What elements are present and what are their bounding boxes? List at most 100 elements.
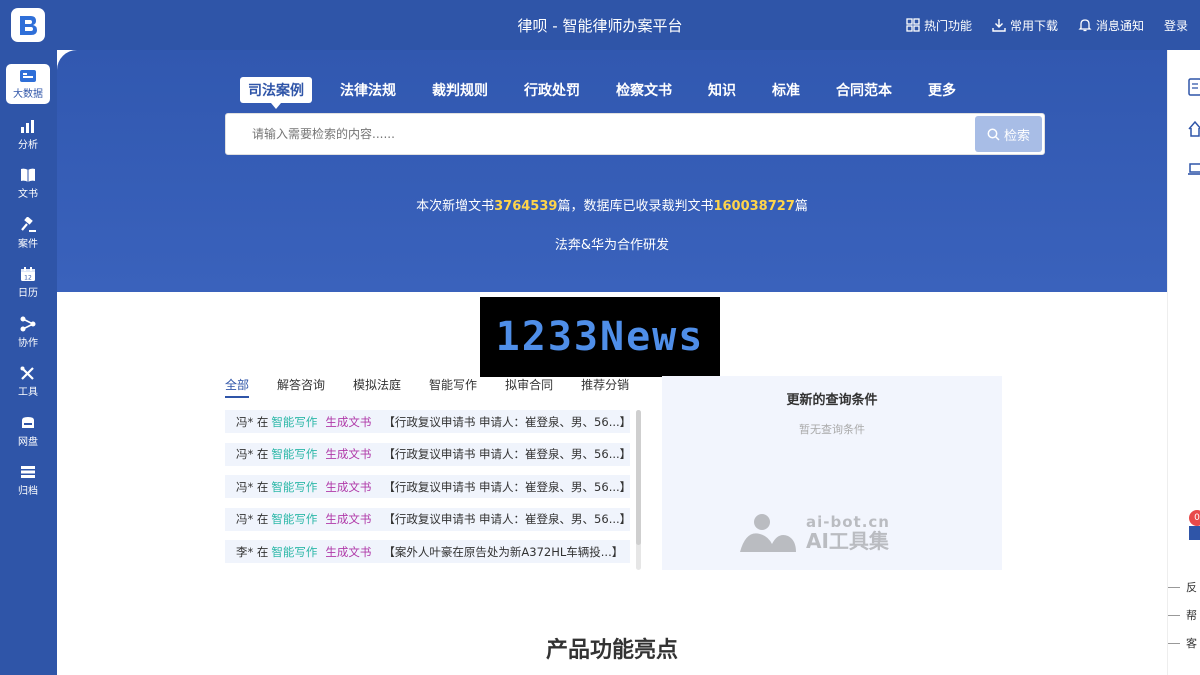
- feed-user: 冯* 在: [236, 414, 269, 429]
- sidebar-item-cloud-disk[interactable]: 网盘: [6, 411, 50, 451]
- gavel-icon: [21, 216, 36, 232]
- feed-scrollbar[interactable]: [636, 410, 641, 570]
- search-icon: [987, 128, 1000, 141]
- sidebar-item-big-data[interactable]: 大数据: [6, 64, 50, 104]
- sidebar-item-tools[interactable]: 工具: [6, 361, 50, 401]
- feed-tool: 智能写作: [271, 414, 318, 429]
- tab-more[interactable]: 更多: [920, 77, 964, 103]
- query-empty-text: 暂无查询条件: [799, 423, 865, 436]
- customer-service-label: 客: [1186, 637, 1197, 650]
- feedback-label: 反: [1186, 581, 1197, 594]
- sidebar-item-label: 协作: [18, 337, 38, 349]
- activity-tab-contract-review[interactable]: 拟审合同: [505, 376, 553, 398]
- activity-tab-consulting[interactable]: 解答咨询: [277, 376, 325, 398]
- search-button-label: 检索: [1003, 128, 1030, 144]
- feed-tool: 智能写作: [271, 447, 318, 461]
- share-icon: [20, 316, 36, 331]
- sidebar-item-collaboration[interactable]: 协作: [6, 312, 50, 352]
- tab-administrative-penalties[interactable]: 行政处罚: [516, 77, 588, 103]
- search-input[interactable]: [226, 114, 976, 154]
- activity-tab-mock-court[interactable]: 模拟法庭: [353, 376, 401, 398]
- customer-service-link[interactable]: 客: [1168, 636, 1197, 650]
- sidebar-item-analysis[interactable]: 分析: [6, 114, 50, 154]
- notification-badge: 0: [1189, 510, 1200, 526]
- tab-procuratorate-documents[interactable]: 检察文书: [608, 77, 680, 103]
- total-docs-count: 160038727: [713, 199, 795, 214]
- help-link[interactable]: 帮: [1168, 608, 1197, 622]
- feed-document: 【行政复议申请书 申请人：崔登泉、男、56...】: [383, 447, 630, 461]
- downloads-button[interactable]: 常用下载: [992, 17, 1058, 34]
- tab-laws-regulations[interactable]: 法律法规: [332, 77, 404, 103]
- calendar-icon: 12: [21, 266, 35, 281]
- activity-tab-recommend[interactable]: 推荐分销: [581, 376, 629, 398]
- feed-row[interactable]: 冯* 在 智能写作 生成文书 【行政复议申请书 申请人：崔登泉、男、56...】: [225, 507, 630, 531]
- feed-scrollbar-thumb[interactable]: [636, 410, 641, 545]
- activity-feed: 冯* 在 智能写作 生成文书 【行政复议申请书 申请人：崔登泉、男、56...】…: [225, 410, 630, 573]
- sidebar-item-calendar[interactable]: 12 日历: [6, 262, 50, 302]
- feed-row[interactable]: 李* 在 智能写作 生成文书 【案外人叶豪在原告处为新A372HL车辆投...】: [225, 540, 630, 563]
- feed-row[interactable]: 冯* 在 智能写作 生成文书 【行政复议申请书 申请人：崔登泉、男、56...】: [225, 442, 630, 466]
- activity-tab-smart-writing[interactable]: 智能写作: [429, 376, 477, 398]
- tab-knowledge[interactable]: 知识: [700, 77, 744, 103]
- feed-user: 李* 在: [236, 544, 269, 559]
- feed-action: 生成文书: [325, 447, 372, 461]
- top-bar: 律呗 - 智能律师办案平台 热门功能 常用下载 消息通知 登录: [0, 0, 1200, 50]
- feed-tool: 智能写作: [271, 512, 318, 526]
- grid-icon: [906, 18, 920, 32]
- big-data-icon: [20, 69, 36, 82]
- hot-features-label: 热门功能: [923, 18, 972, 33]
- notifications-label: 消息通知: [1095, 18, 1144, 33]
- feed-row[interactable]: 冯* 在 智能写作 生成文书 【行政复议申请书 申请人：崔登泉、男、56...】: [225, 410, 630, 433]
- sidebar-item-label: 归档: [18, 485, 38, 497]
- search-button[interactable]: 检索: [975, 116, 1042, 152]
- tab-standards[interactable]: 标准: [764, 77, 808, 103]
- bell-icon: [1078, 19, 1092, 32]
- partner-text: 法奔&华为合作研发: [554, 238, 670, 253]
- sidebar-item-label: 大数据: [13, 88, 43, 100]
- news-logo-text: 1233News: [495, 314, 705, 360]
- archive-icon: [21, 465, 35, 478]
- tab-contract-templates[interactable]: 合同范本: [828, 77, 900, 103]
- feed-document: 【行政复议申请书 申请人：崔登泉、男、56...】: [383, 479, 630, 494]
- notifications-button[interactable]: 消息通知: [1078, 17, 1144, 34]
- hot-features-button[interactable]: 热门功能: [906, 17, 972, 34]
- chart-icon: [21, 119, 34, 133]
- sidebar-item-label: 工具: [18, 386, 38, 398]
- feed-document: 【行政复议申请书 申请人：崔登泉、男、56...】: [383, 512, 630, 526]
- left-sidebar: 大数据 分析 文书 案件 12 日历 协作 工具 网盘 归档: [0, 50, 57, 675]
- login-link[interactable]: 登录: [1164, 17, 1188, 34]
- activity-tabs: 全部 解答咨询 模拟法庭 智能写作 拟审合同 推荐分销: [225, 376, 657, 398]
- book-icon: [21, 168, 35, 182]
- watermark: ai-bot.cn AI工具集: [738, 512, 890, 554]
- help-label: 帮: [1186, 609, 1197, 622]
- sidebar-item-archive[interactable]: 归档: [6, 460, 50, 500]
- activity-tab-all[interactable]: 全部: [225, 376, 250, 398]
- feed-action: 生成文书: [325, 414, 372, 429]
- side-tab-button[interactable]: [1189, 526, 1200, 540]
- laptop-icon[interactable]: [1188, 160, 1200, 178]
- tab-judgment-rules[interactable]: 裁判规则: [424, 77, 496, 103]
- feed-user: 冯* 在: [236, 447, 269, 461]
- new-docs-count: 3764539: [494, 199, 558, 214]
- feed-user: 冯* 在: [236, 479, 269, 494]
- sidebar-item-label: 分析: [18, 139, 38, 151]
- search-category-tabs: 司法案例 法律法规 裁判规则 行政处罚 检察文书 知识 标准 合同范本 更多: [240, 77, 984, 109]
- feed-user: 冯* 在: [236, 512, 269, 526]
- link-dash: [1168, 586, 1180, 588]
- stats-suffix: 篇: [794, 199, 808, 214]
- news-logo: 1233News: [480, 297, 720, 377]
- stats-prefix: 本次新增文书: [416, 199, 495, 214]
- link-dash: [1168, 614, 1180, 616]
- feed-action: 生成文书: [325, 479, 372, 494]
- watermark-logo-icon: [740, 514, 796, 552]
- document-icon[interactable]: [1188, 78, 1200, 96]
- search-box: 检索: [225, 113, 1045, 155]
- feed-action: 生成文书: [325, 544, 372, 559]
- home-icon[interactable]: [1188, 120, 1200, 138]
- svg-text:12: 12: [24, 274, 32, 281]
- feed-tool: 智能写作: [271, 479, 318, 494]
- watermark-line1: ai-bot.cn: [806, 512, 890, 531]
- feed-row[interactable]: 冯* 在 智能写作 生成文书 【行政复议申请书 申请人：崔登泉、男、56...】: [225, 475, 630, 498]
- tab-judicial-cases[interactable]: 司法案例: [240, 77, 312, 109]
- feedback-link[interactable]: 反: [1168, 580, 1197, 594]
